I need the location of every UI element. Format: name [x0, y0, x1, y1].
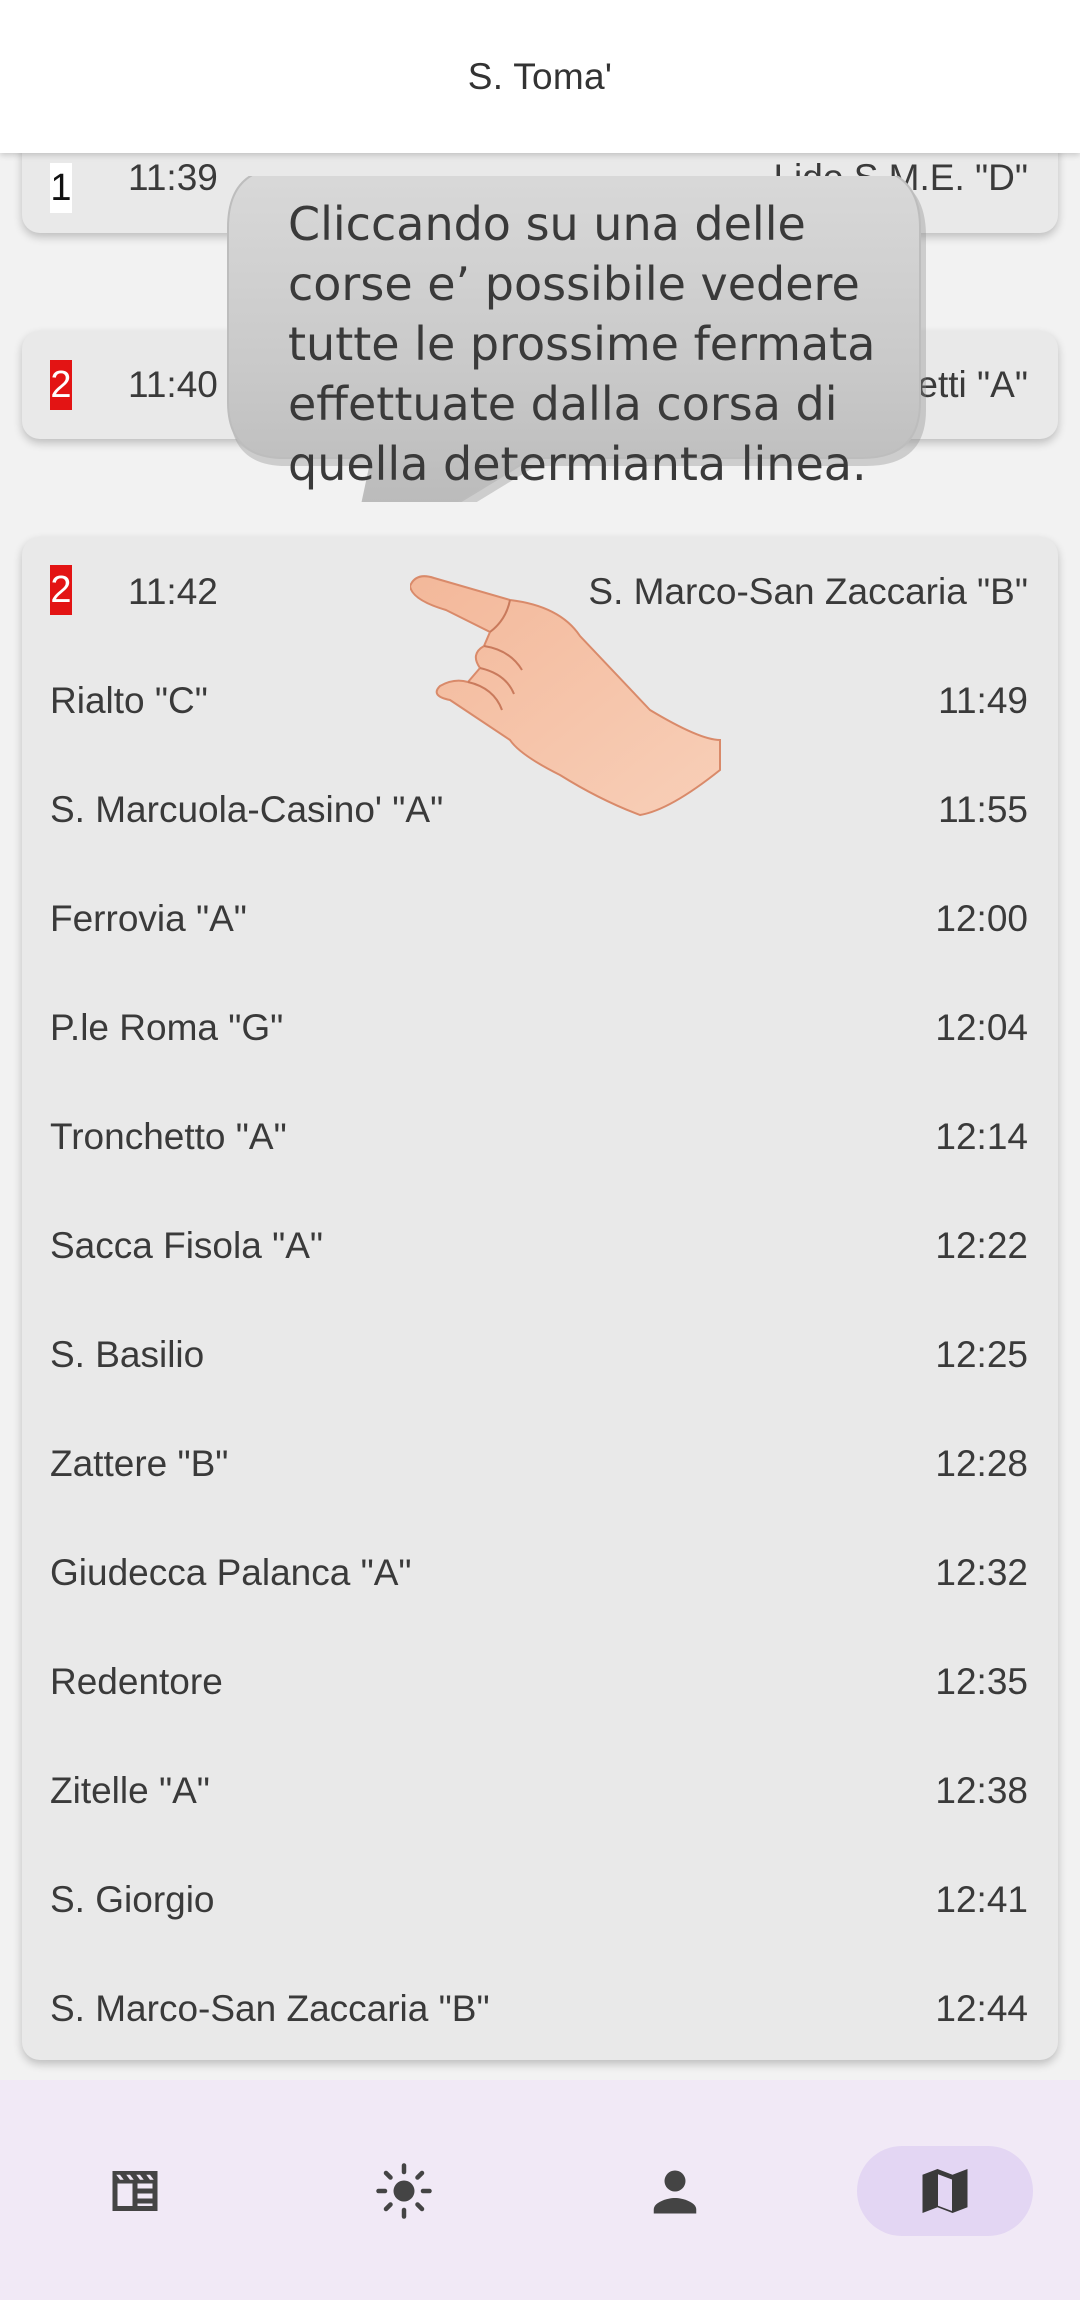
stop-time: 12:35 [935, 1660, 1028, 1702]
stop-name: P.le Roma "G" [50, 1006, 284, 1048]
stop-name: Giudecca Palanca "A" [50, 1551, 412, 1593]
stop-time: 12:32 [935, 1551, 1028, 1593]
stop-row: Ferrovia "A" 12:00 [22, 864, 1058, 973]
nav-weather[interactable] [316, 2146, 492, 2236]
stop-row: Sacca Fisola "A" 12:22 [22, 1191, 1058, 1300]
tooltip-text: Cliccando su una delle corse e’ possibil… [288, 197, 876, 491]
stop-name: Zattere "B" [50, 1442, 229, 1484]
sun-icon [376, 2163, 432, 2219]
departure-time: 11:39 [128, 157, 218, 198]
stop-time: 12:28 [935, 1442, 1028, 1484]
stop-row: Giudecca Palanca "A" 12:32 [22, 1518, 1058, 1627]
stop-time: 12:41 [935, 1878, 1028, 1920]
stop-row: S. Marco-San Zaccaria "B" 12:44 [22, 1954, 1058, 2060]
tutorial-tooltip: Cliccando su una delle corse e’ possibil… [226, 176, 930, 502]
stop-row: P.le Roma "G" 12:04 [22, 973, 1058, 1082]
stop-time: 12:25 [935, 1333, 1028, 1375]
stop-row: S. Giorgio 12:41 [22, 1845, 1058, 1954]
stop-time: 12:00 [935, 897, 1028, 939]
app-header: S. Toma' [0, 0, 1080, 153]
stop-name: Rialto "C" [50, 679, 208, 721]
nav-timetable[interactable] [47, 2146, 223, 2236]
stop-row: Zattere "B" 12:28 [22, 1409, 1058, 1518]
line-badge: 2 [50, 565, 72, 615]
map-icon [922, 2169, 968, 2213]
stop-name: Sacca Fisola "A" [50, 1224, 324, 1266]
line-badge: 2 [50, 360, 72, 410]
nav-map[interactable] [857, 2146, 1033, 2236]
stop-time: 12:04 [935, 1006, 1028, 1048]
stop-row: Tronchetto "A" 12:14 [22, 1082, 1058, 1191]
stop-name: Zitelle "A" [50, 1769, 210, 1811]
stop-time: 11:49 [938, 679, 1028, 721]
stop-name: S. Marco-San Zaccaria "B" [50, 1987, 490, 2029]
pointing-hand-icon [410, 575, 721, 817]
departure-time: 11:40 [128, 364, 218, 405]
nav-profile[interactable] [587, 2146, 763, 2236]
bottom-navigation [0, 2080, 1080, 2300]
stop-time: 12:38 [935, 1769, 1028, 1811]
stop-time: 12:44 [935, 1987, 1028, 2029]
stop-row: Redentore 12:35 [22, 1627, 1058, 1736]
stop-time: 12:14 [935, 1115, 1028, 1157]
page-title: S. Toma' [467, 55, 613, 97]
departure-time: 11:42 [128, 570, 218, 612]
stop-time: 12:22 [935, 1224, 1028, 1266]
stop-name: Redentore [50, 1660, 223, 1702]
stop-row: Zitelle "A" 12:38 [22, 1736, 1058, 1845]
stop-name: S. Giorgio [50, 1878, 215, 1920]
stop-name: Tronchetto "A" [50, 1115, 287, 1157]
departure-destination: etti "A" [917, 364, 1028, 405]
stop-name: S. Basilio [50, 1333, 205, 1375]
stop-time: 11:55 [938, 788, 1028, 830]
line-badge: 1 [50, 163, 72, 213]
stop-name: S. Marcuola-Casino' "A" [50, 788, 444, 830]
person-icon [653, 2170, 697, 2214]
stops-list: Rialto "C" 11:49 S. Marcuola-Casino' "A" 11… [22, 646, 1058, 2060]
stop-row: S. Basilio 12:25 [22, 1300, 1058, 1409]
timetable-icon [112, 2171, 158, 2211]
stop-name: Ferrovia "A" [50, 897, 247, 939]
